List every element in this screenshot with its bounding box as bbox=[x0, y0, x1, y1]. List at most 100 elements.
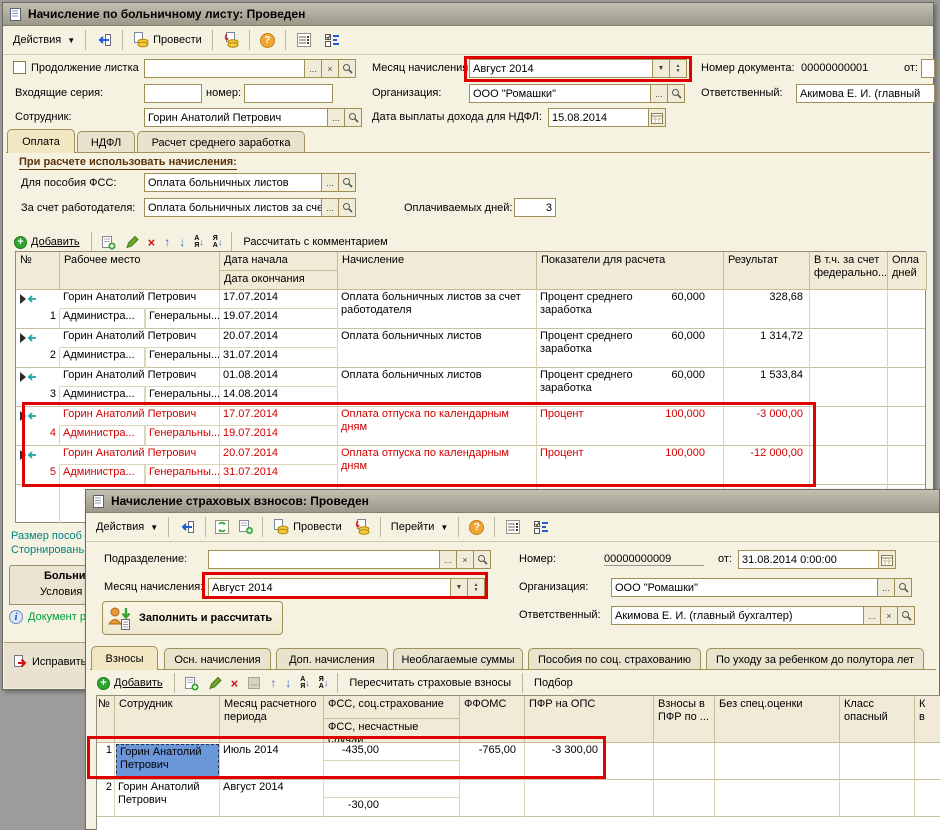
month-value[interactable]: Август 2014 bbox=[469, 59, 653, 78]
table-row-storno[interactable]: 4 Горин Анатолий Петрович Администра... … bbox=[16, 407, 925, 446]
doc-date-value[interactable]: 31.08.2014 0:00:00 bbox=[738, 550, 879, 569]
org-field[interactable]: ООО "Ромашки" ... bbox=[611, 578, 912, 597]
number-value[interactable]: 00000000009 bbox=[604, 553, 704, 566]
panel-settings-button[interactable] bbox=[319, 29, 345, 51]
date-field-cut[interactable] bbox=[921, 59, 935, 78]
paid-days-field[interactable]: 3 bbox=[514, 198, 556, 217]
sort-asc-button[interactable]: АЯ↓ bbox=[297, 674, 313, 692]
ndfl-date-field[interactable]: 15.08.2014 bbox=[548, 108, 666, 127]
post-button[interactable]: Провести bbox=[128, 29, 207, 51]
month-field[interactable]: Август 2014 ▼ ▲▼ bbox=[469, 59, 687, 78]
calendar-icon[interactable] bbox=[649, 108, 666, 127]
calendar-icon[interactable] bbox=[879, 550, 896, 569]
table-row[interactable]: 1 Горин Анатолий Петрович Администра... … bbox=[16, 290, 925, 329]
docnum-value[interactable]: 00000000001 bbox=[801, 62, 868, 74]
employer-value[interactable]: Оплата больничных листов за счет рабо bbox=[144, 198, 322, 217]
resp-field[interactable]: Акимова Е. И. (главный бухгалтер) ... × bbox=[611, 606, 915, 625]
continuation-checkbox[interactable] bbox=[13, 61, 26, 74]
fill-and-calc-button[interactable]: Заполнить и рассчитать bbox=[102, 601, 283, 635]
continuation-field[interactable]: ... × bbox=[144, 59, 356, 78]
panel-settings-button[interactable] bbox=[528, 516, 554, 538]
window1-titlebar[interactable]: Начисление по больничному листу: Проведе… bbox=[3, 3, 933, 26]
search-icon[interactable] bbox=[339, 198, 356, 217]
list-settings-button[interactable] bbox=[500, 516, 526, 538]
actions-menu-button[interactable]: Действия▼ bbox=[91, 518, 163, 536]
spin-buttons[interactable]: ▲▼ bbox=[670, 59, 687, 78]
month-value[interactable]: Август 2014 bbox=[208, 578, 451, 597]
dropdown-button[interactable]: ▼ bbox=[653, 59, 670, 78]
choose-button[interactable]: ... bbox=[322, 198, 339, 217]
fss-value[interactable]: Оплата больничных листов bbox=[144, 173, 322, 192]
table-row[interactable]: 2 Горин Анатолий Петрович Администра... … bbox=[16, 329, 925, 368]
search-icon[interactable] bbox=[895, 578, 912, 597]
resp-value[interactable]: Акимова Е. И. (главный bbox=[796, 84, 935, 103]
employee-value[interactable]: Горин Анатолий Петрович bbox=[144, 108, 328, 127]
tab-extra-accruals[interactable]: Доп. начисления bbox=[276, 648, 388, 670]
tab-child-care[interactable]: По уходу за ребенком до полутора лет bbox=[706, 648, 924, 670]
employer-field[interactable]: Оплата больничных листов за счет рабо ..… bbox=[144, 198, 356, 217]
clear-button[interactable]: × bbox=[322, 59, 339, 78]
copy-row-button[interactable] bbox=[181, 674, 202, 693]
org-value[interactable]: ООО "Ромашки" bbox=[469, 84, 651, 103]
tab-nontaxable[interactable]: Необлагаемые суммы bbox=[393, 648, 523, 670]
recalc-contributions-button[interactable]: Пересчитать страховые взносы bbox=[344, 674, 516, 692]
edit-row-button[interactable] bbox=[205, 674, 225, 692]
division-value[interactable] bbox=[208, 550, 440, 569]
tab-main-accruals[interactable]: Осн. начисления bbox=[164, 648, 271, 670]
search-icon[interactable] bbox=[474, 550, 491, 569]
clear-button[interactable]: × bbox=[881, 606, 898, 625]
search-icon[interactable] bbox=[339, 173, 356, 192]
window2-titlebar[interactable]: Начисление страховых взносов: Проведен bbox=[86, 490, 939, 513]
resp-field[interactable]: Акимова Е. И. (главный bbox=[796, 84, 935, 103]
move-up-button[interactable]: ↑ bbox=[267, 674, 279, 692]
tab-contributions[interactable]: Взносы bbox=[91, 646, 158, 670]
division-field[interactable]: ... × bbox=[208, 550, 491, 569]
org-field[interactable]: ООО "Ромашки" ... bbox=[469, 84, 685, 103]
table-row-storno[interactable]: 5 Горин Анатолий Петрович Администра... … bbox=[16, 446, 925, 485]
clear-button[interactable]: × bbox=[457, 550, 474, 569]
month-field[interactable]: Август 2014 ▼ ▲▼ bbox=[208, 578, 485, 597]
choose-button[interactable]: ... bbox=[322, 173, 339, 192]
search-icon[interactable] bbox=[668, 84, 685, 103]
search-icon[interactable] bbox=[898, 606, 915, 625]
resp-value[interactable]: Акимова Е. И. (главный бухгалтер) bbox=[611, 606, 864, 625]
ndfl-date-value[interactable]: 15.08.2014 bbox=[548, 108, 649, 127]
tab-avg-earnings[interactable]: Расчет среднего заработка bbox=[137, 131, 305, 153]
number-field[interactable] bbox=[244, 84, 333, 103]
tab-oplata[interactable]: Оплата bbox=[7, 129, 75, 153]
post-close-button[interactable] bbox=[349, 516, 375, 538]
table-row[interactable]: 3 Горин Анатолий Петрович Администра... … bbox=[16, 368, 925, 407]
spin-buttons[interactable]: ▲▼ bbox=[468, 578, 485, 597]
fss-field[interactable]: Оплата больничных листов ... bbox=[144, 173, 356, 192]
fix-button[interactable]: Исправить bbox=[8, 651, 91, 672]
edit-row-button[interactable] bbox=[122, 233, 142, 251]
copy-row-button[interactable] bbox=[98, 233, 119, 252]
pick-button[interactable]: Подбор bbox=[529, 674, 578, 692]
sort-asc-button[interactable]: АЯ↓ bbox=[191, 233, 207, 251]
actions-menu-button[interactable]: Действия▼ bbox=[8, 31, 80, 49]
delete-row-button[interactable]: × bbox=[228, 674, 242, 693]
series-field[interactable] bbox=[144, 84, 202, 103]
benefit-size-link[interactable]: Размер пособ bbox=[11, 530, 82, 542]
sort-desc-button[interactable]: ЯА↓ bbox=[210, 233, 226, 251]
search-icon[interactable] bbox=[345, 108, 362, 127]
choose-button[interactable]: ... bbox=[651, 84, 668, 103]
continuation-value[interactable] bbox=[144, 59, 305, 78]
post-button[interactable]: Провести bbox=[268, 516, 347, 538]
move-down-button[interactable]: ↓ bbox=[282, 674, 294, 692]
save-close-button[interactable] bbox=[174, 516, 200, 538]
tab-ndfl[interactable]: НДФЛ bbox=[77, 131, 135, 153]
goto-menu-button[interactable]: Перейти▼ bbox=[386, 518, 454, 536]
add-row-button[interactable]: +Добавить bbox=[9, 233, 85, 252]
paid-days-value[interactable]: 3 bbox=[514, 198, 556, 217]
post-close-button[interactable] bbox=[218, 29, 244, 51]
choose-button[interactable]: ... bbox=[328, 108, 345, 127]
save-close-button[interactable] bbox=[91, 29, 117, 51]
calc-with-comment-button[interactable]: Рассчитать с комментарием bbox=[238, 233, 392, 251]
sort-desc-button[interactable]: ЯА↓ bbox=[316, 674, 332, 692]
copy-doc-button[interactable] bbox=[235, 517, 257, 537]
choose-button[interactable]: ... bbox=[305, 59, 322, 78]
selected-cell-employee[interactable]: Горин Анатолий Петрович bbox=[116, 744, 219, 779]
search-icon[interactable] bbox=[339, 59, 356, 78]
tab-social-benefits[interactable]: Пособия по соц. страхованию bbox=[528, 648, 701, 670]
